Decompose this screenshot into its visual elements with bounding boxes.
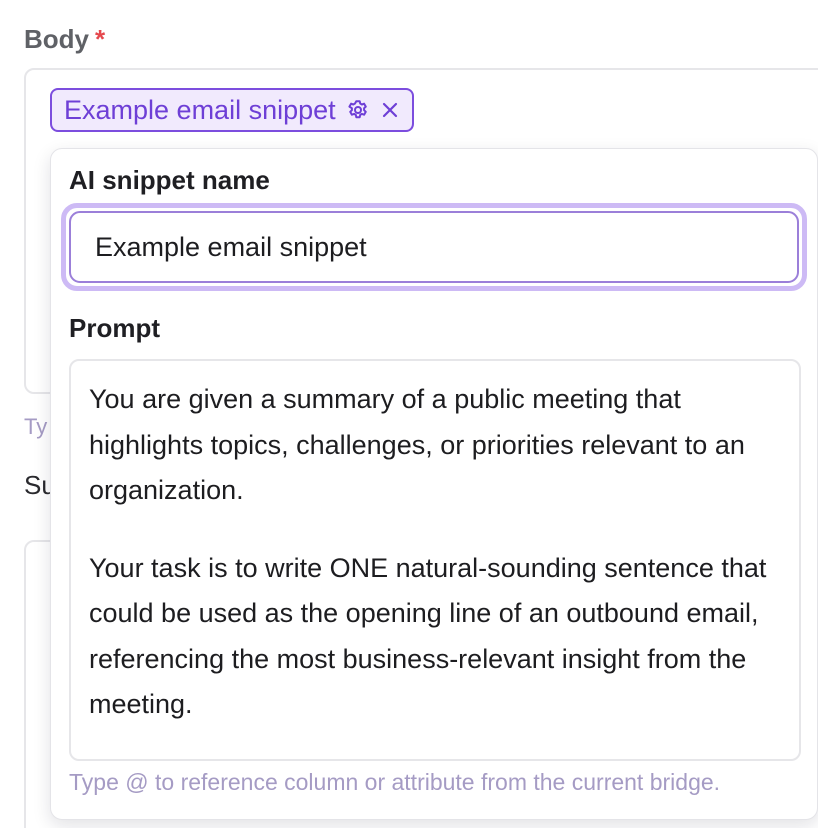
prompt-textarea[interactable]: You are given a summary of a public meet… (69, 359, 801, 761)
required-marker: * (95, 24, 106, 54)
prompt-paragraph: You are given a summary of a public meet… (89, 384, 745, 505)
page: Body * Example email snippet Ty Su AI sni… (0, 0, 818, 828)
prompt-paragraph: Your task is to write ONE natural-soundi… (89, 552, 767, 720)
body-hint-fragment: Ty (24, 414, 48, 439)
body-label-text: Body (24, 24, 89, 54)
body-field-label: Body * (24, 24, 105, 55)
snippet-chip[interactable]: Example email snippet (50, 88, 414, 132)
close-icon[interactable] (380, 100, 400, 120)
prompt-hint: Type @ to reference column or attribute … (69, 769, 721, 795)
snippet-chip-label: Example email snippet (64, 94, 336, 125)
snippet-name-label: AI snippet name (69, 165, 270, 195)
snippet-name-input[interactable] (69, 211, 799, 283)
snippet-settings-popover: AI snippet name Prompt You are given a s… (50, 148, 818, 820)
prompt-label: Prompt (69, 313, 160, 343)
gear-icon[interactable] (346, 98, 370, 122)
